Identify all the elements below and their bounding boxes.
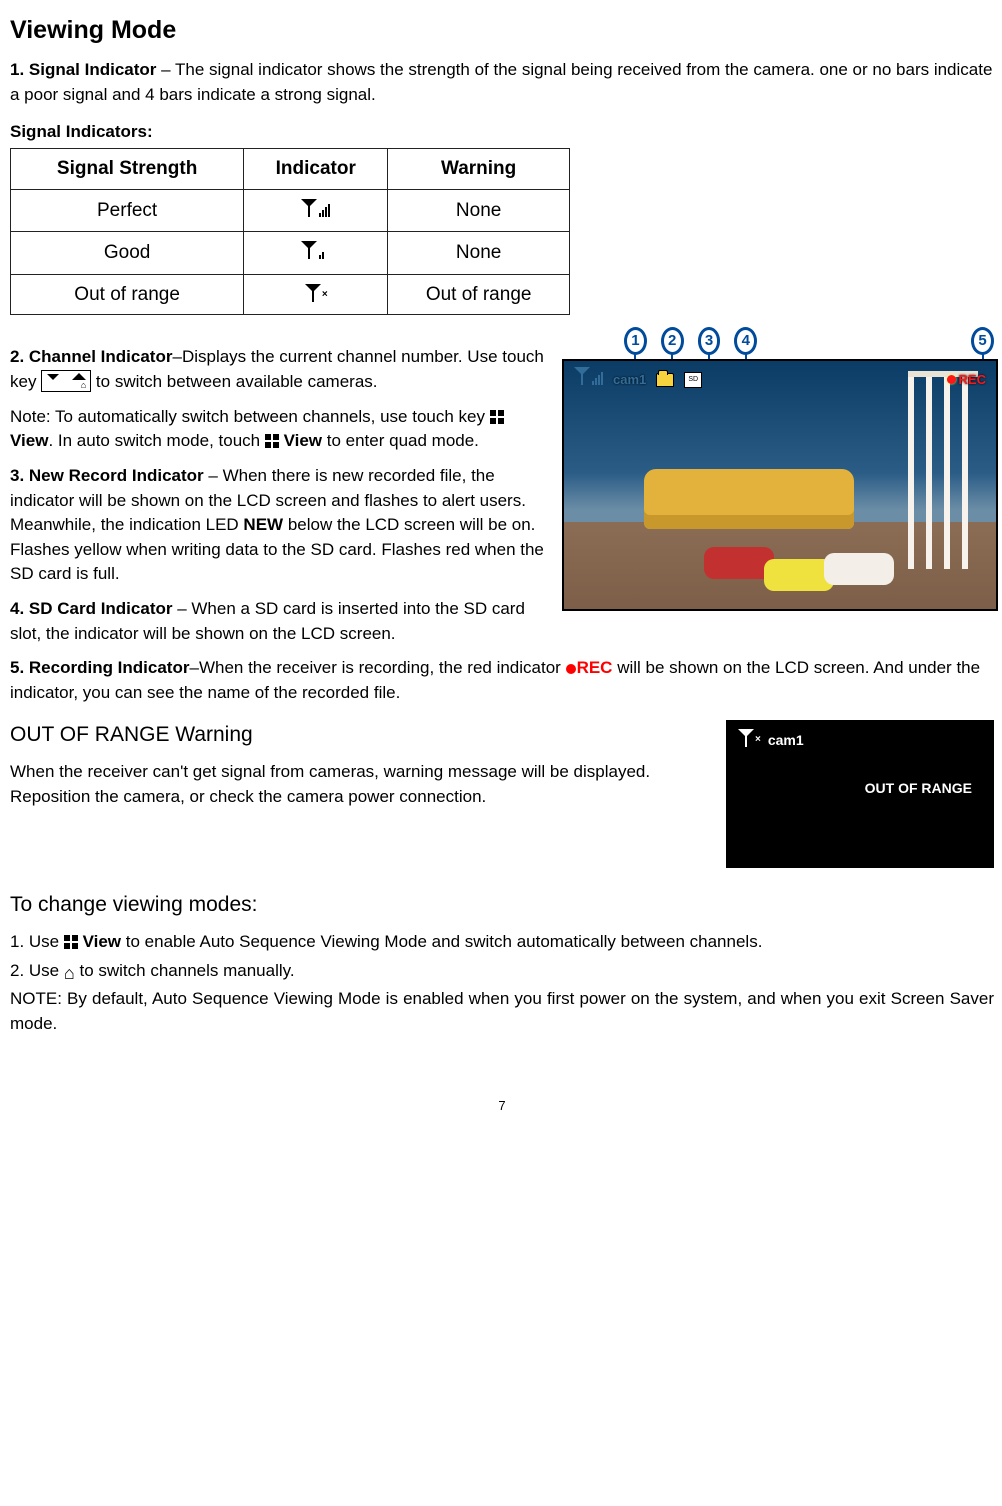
step-2: 2. Use ⌂ to switch channels manually. xyxy=(10,959,994,984)
new-label: NEW xyxy=(243,515,283,534)
table-row: Perfect None xyxy=(11,189,570,232)
text: 2. Use xyxy=(10,961,64,980)
text: to enable Auto Sequence Viewing Mode and… xyxy=(121,932,762,951)
hud-signal-icon xyxy=(574,368,603,392)
no-signal-icon xyxy=(321,284,327,305)
text: 1. Use xyxy=(10,932,64,951)
lcd-preview-figure: 1 2 3 4 5 cam1 SD REC xyxy=(562,327,994,611)
sofa-graphic xyxy=(644,469,854,529)
hud-sd-card-icon: SD xyxy=(684,372,702,388)
signal-bars-icon xyxy=(318,240,330,268)
page-title: Viewing Mode xyxy=(10,12,994,48)
hud-channel-label: cam1 xyxy=(613,371,646,390)
callout-5: 5 xyxy=(971,327,994,355)
signal-bars-icon xyxy=(318,198,330,226)
antenna-icon xyxy=(301,245,317,259)
cell: Good xyxy=(11,232,244,275)
th-indicator: Indicator xyxy=(244,149,388,190)
view-label: View xyxy=(83,932,121,951)
table-row: Good None xyxy=(11,232,570,275)
cell: None xyxy=(388,189,570,232)
text: . In auto switch mode, touch xyxy=(48,431,264,450)
heading-2: 2. Channel Indicator xyxy=(10,347,172,366)
hud-rec-indicator: REC xyxy=(947,371,986,390)
text: Note: To automatically switch between ch… xyxy=(10,407,490,426)
note-default-mode: NOTE: By default, Auto Sequence Viewing … xyxy=(10,987,994,1036)
text: to enter quad mode. xyxy=(322,431,479,450)
page-number: 7 xyxy=(10,1097,994,1116)
step-1: 1. Use View to enable Auto Sequence View… xyxy=(10,930,994,955)
table-row: Out of range Out of range xyxy=(11,274,570,315)
rec-label: REC xyxy=(577,658,613,677)
para-recording-indicator: 5. Recording Indicator–When the receiver… xyxy=(10,656,994,705)
text: – The signal indicator shows the strengt… xyxy=(10,60,992,104)
heading-5: 5. Recording Indicator xyxy=(10,658,189,677)
signal-indicators-table: Signal Strength Indicator Warning Perfec… xyxy=(10,148,570,315)
grid-view-icon xyxy=(265,434,279,448)
text: Flashes yellow when writing data to the … xyxy=(10,540,544,584)
pillow-graphic xyxy=(824,553,894,585)
cell: None xyxy=(388,232,570,275)
railing-graphic xyxy=(908,371,978,569)
text: below the LCD screen will be on. xyxy=(283,515,535,534)
view-label: View xyxy=(284,431,322,450)
cell-indicator xyxy=(244,232,388,275)
antenna-icon xyxy=(301,203,317,217)
text: to switch channels manually. xyxy=(79,961,294,980)
rec-dot-icon xyxy=(566,658,577,677)
change-viewing-modes-heading: To change viewing modes: xyxy=(10,890,994,920)
oor-message: OUT OF RANGE xyxy=(865,778,972,798)
text: –When the receiver is recording, the red… xyxy=(189,658,565,677)
cell-indicator xyxy=(244,189,388,232)
out-of-range-figure: cam1 OUT OF RANGE xyxy=(726,720,994,868)
nav-down-home-icon: ⌂ xyxy=(41,370,91,392)
oor-channel-label: cam1 xyxy=(768,730,804,750)
hud-new-record-icon xyxy=(656,373,674,387)
callout-2: 2 xyxy=(661,327,684,355)
heading-4: 4. SD Card Indicator xyxy=(10,599,172,618)
th-strength: Signal Strength xyxy=(11,149,244,190)
callout-1: 1 xyxy=(624,327,647,355)
callout-3: 3 xyxy=(698,327,721,355)
cell-indicator xyxy=(244,274,388,315)
cell: Out of range xyxy=(388,274,570,315)
cell: Out of range xyxy=(11,274,244,315)
text: to switch between available cameras. xyxy=(96,372,378,391)
cell: Perfect xyxy=(11,189,244,232)
grid-view-icon xyxy=(490,410,504,424)
signal-indicators-heading: Signal Indicators: xyxy=(10,120,994,145)
oor-signal-icon xyxy=(738,730,760,751)
th-warning: Warning xyxy=(388,149,570,190)
antenna-icon xyxy=(305,288,321,302)
para-signal-indicator: 1. Signal Indicator – The signal indicat… xyxy=(10,58,994,107)
view-label: View xyxy=(10,431,48,450)
callout-4: 4 xyxy=(734,327,757,355)
grid-view-icon xyxy=(64,935,78,949)
heading-3: 3. New Record Indicator xyxy=(10,466,204,485)
heading-1: 1. Signal Indicator xyxy=(10,60,156,79)
